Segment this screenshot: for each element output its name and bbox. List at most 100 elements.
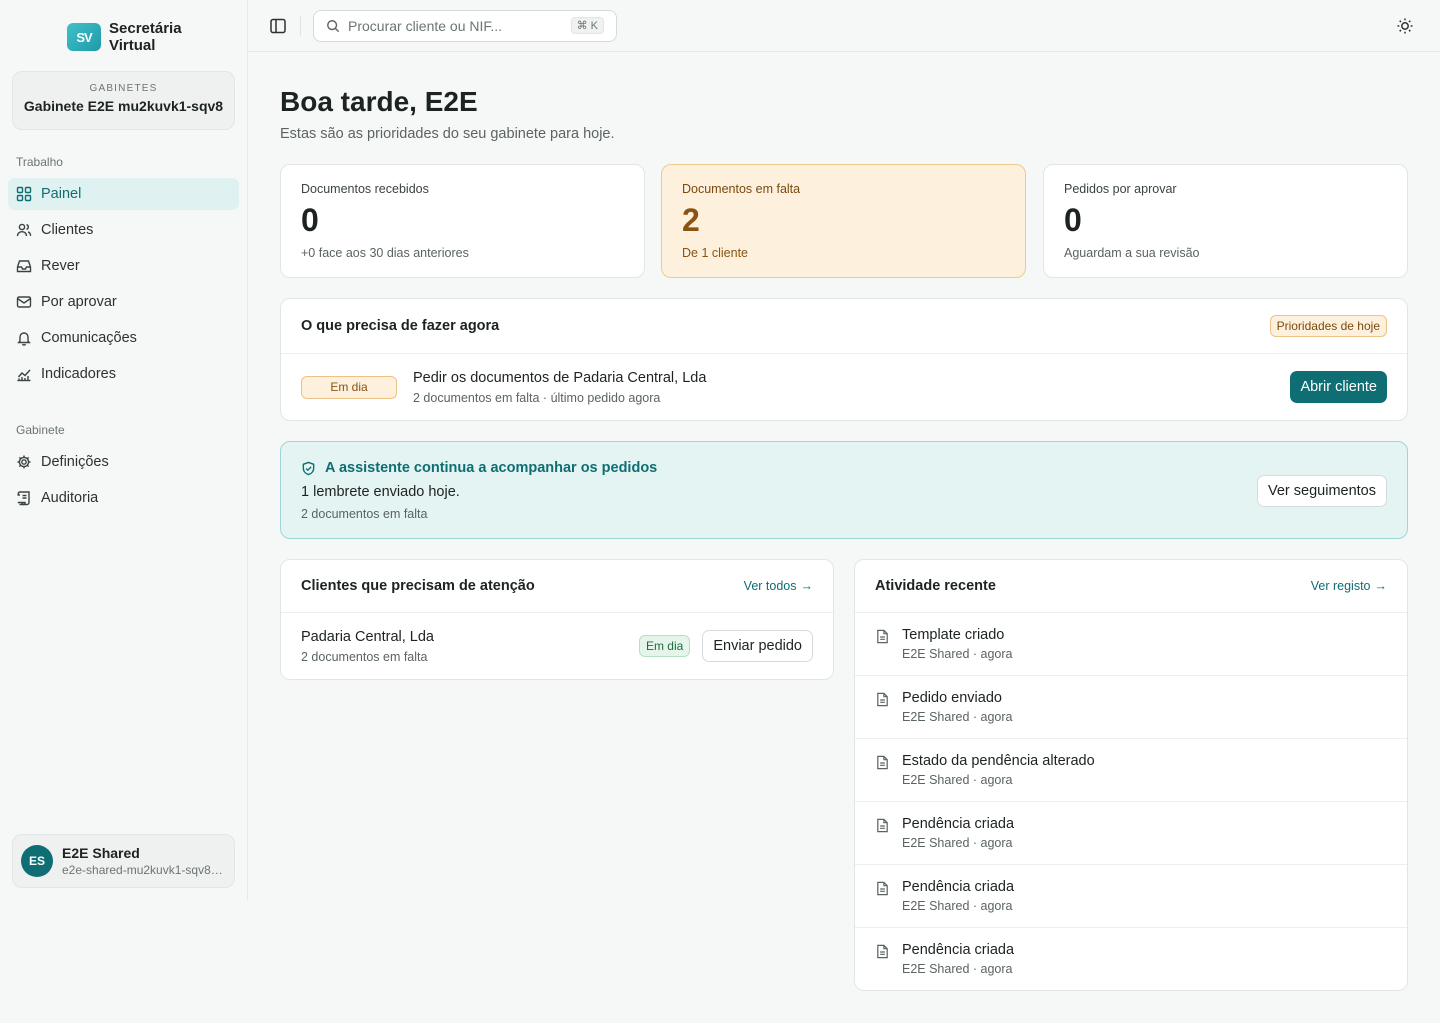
view-log-link[interactable]: Ver registo → bbox=[1311, 579, 1387, 593]
list-item[interactable]: Pendência criada E2E Shared · agora bbox=[855, 865, 1407, 928]
clients-card: Clientes que precisam de atenção Ver tod… bbox=[280, 559, 834, 680]
view-log-label: Ver registo bbox=[1310, 579, 1371, 593]
task-row: Em dia Pedir os documentos de Padaria Ce… bbox=[281, 354, 1407, 420]
stat-card-received[interactable]: Documentos recebidos 0 +0 face aos 30 di… bbox=[280, 164, 645, 278]
activity-item-meta: E2E Shared · agora bbox=[902, 836, 1013, 850]
stat-card-pending-approval[interactable]: Pedidos por aprovar 0 Aguardam a sua rev… bbox=[1043, 164, 1408, 278]
activity-title: Atividade recente bbox=[875, 578, 996, 594]
sidebar-item-por-aprovar[interactable]: Por aprovar bbox=[8, 286, 239, 318]
user-email: e2e-shared-mu2kuvk1-sqv8@example.com bbox=[62, 863, 227, 877]
sidebar-item-label: Definições bbox=[41, 454, 109, 470]
list-item[interactable]: Template criado E2E Shared · agora bbox=[855, 613, 1407, 676]
client-name: Padaria Central, Lda bbox=[301, 628, 434, 645]
list-item[interactable]: Estado da pendência alterado E2E Shared ·… bbox=[855, 739, 1407, 802]
stat-label: Pedidos por aprovar bbox=[1064, 182, 1177, 196]
inbox-icon bbox=[16, 260, 32, 273]
list-item[interactable]: Padaria Central, Lda 2 documentos em fal… bbox=[281, 613, 833, 679]
scroll-icon bbox=[17, 491, 30, 506]
sidebar-item-comunicacoes[interactable]: Comunicações bbox=[8, 322, 239, 354]
sun-icon[interactable] bbox=[1396, 17, 1414, 35]
stat-hint: De 1 cliente bbox=[682, 246, 749, 260]
activity-item-title: Pendência criada bbox=[902, 942, 1015, 958]
clients-title: Clientes que precisam de atenção bbox=[301, 578, 535, 594]
grid-icon bbox=[16, 186, 32, 202]
users-icon bbox=[16, 223, 32, 237]
activity-item-meta: E2E Shared · agora bbox=[902, 647, 1013, 661]
stat-hint: Aguardam a sua revisão bbox=[1064, 246, 1200, 260]
search-icon bbox=[327, 20, 340, 33]
sidebar-item-rever[interactable]: Rever bbox=[8, 250, 239, 282]
assistant-banner: A assistente continua a acompanhar os pe… bbox=[280, 441, 1408, 539]
assistant-title: A assistente continua a acompanhar os pe… bbox=[325, 460, 658, 476]
activity-item-title: Template criado bbox=[902, 627, 1005, 643]
sidebar-item-definicoes[interactable]: Definições bbox=[8, 446, 239, 478]
sidebar-item-label: Comunicações bbox=[41, 330, 137, 346]
stat-card-missing[interactable]: Documentos em falta 2 De 1 cliente bbox=[661, 164, 1026, 278]
activity-list: Template criado E2E Shared · agora Pedido… bbox=[855, 613, 1407, 990]
activity-item-meta: E2E Shared · agora bbox=[902, 962, 1013, 976]
sidebar-item-indicadores[interactable]: Indicadores bbox=[8, 358, 239, 390]
arrow-right-icon: → bbox=[1374, 579, 1388, 593]
brand-logo[interactable]: SV Secretária Virtual bbox=[67, 20, 182, 54]
user-menu[interactable]: ES E2E Shared e2e-shared-mu2kuvk1-sqv8@e… bbox=[12, 834, 235, 888]
task-title: Pedir os documentos de Padaria Central, … bbox=[413, 369, 707, 386]
sidebar: SV Secretária Virtual GABINETES Gabinete… bbox=[0, 0, 248, 900]
sidebar-item-label: Auditoria bbox=[41, 490, 99, 506]
mail-icon bbox=[16, 296, 32, 308]
document-icon bbox=[877, 944, 888, 959]
view-all-link[interactable]: Ver todos → bbox=[744, 579, 813, 593]
arrow-right-icon: → bbox=[800, 579, 814, 593]
sidebar-item-auditoria[interactable]: Auditoria bbox=[8, 482, 239, 514]
send-request-button[interactable]: Enviar pedido bbox=[702, 630, 813, 662]
page-subtitle: Estas são as prioridades do seu gabinete… bbox=[280, 126, 615, 142]
document-icon bbox=[877, 629, 888, 644]
stat-value: 0 bbox=[301, 202, 319, 238]
stat-hint: +0 face aos 30 dias anteriores bbox=[301, 246, 469, 260]
activity-item-title: Pendência criada bbox=[902, 879, 1015, 895]
header-divider bbox=[300, 16, 301, 36]
office-switcher[interactable]: GABINETES Gabinete E2E mu2kuvk1-sqv8 bbox=[12, 71, 235, 130]
list-item[interactable]: Pedido enviado E2E Shared · agora bbox=[855, 676, 1407, 739]
office-caption: GABINETES bbox=[89, 83, 158, 94]
logo-mark-icon: SV bbox=[67, 23, 101, 51]
stat-value: 0 bbox=[1064, 202, 1082, 238]
sidebar-item-label: Indicadores bbox=[41, 366, 116, 382]
sidebar-item-label: Por aprovar bbox=[41, 294, 117, 310]
office-name: Gabinete E2E mu2kuvk1-sqv8 bbox=[23, 98, 224, 114]
page-title: Boa tarde, E2E bbox=[280, 86, 478, 117]
priority-badge: Prioridades de hoje bbox=[1269, 315, 1387, 337]
activity-item-meta: E2E Shared · agora bbox=[902, 899, 1013, 913]
chart-icon bbox=[17, 369, 31, 382]
sidebar-toggle-icon[interactable] bbox=[268, 16, 288, 36]
user-name: E2E Shared bbox=[62, 845, 140, 861]
todo-card: O que precisa de fazer agora Prioridades… bbox=[280, 298, 1408, 421]
list-item[interactable]: Pendência criada E2E Shared · agora bbox=[855, 928, 1407, 990]
shield-check-icon bbox=[302, 461, 315, 475]
activity-item-title: Pedido enviado bbox=[902, 690, 1002, 706]
sidebar-item-clientes[interactable]: Clientes bbox=[8, 214, 239, 246]
gear-icon bbox=[17, 455, 31, 469]
sidebar-item-label: Painel bbox=[41, 186, 82, 202]
document-icon bbox=[877, 755, 888, 770]
brand-name-line2: Virtual bbox=[109, 37, 156, 54]
search-input[interactable] bbox=[348, 18, 568, 34]
search-shortcut: ⌘ K bbox=[570, 17, 604, 34]
sidebar-item-painel[interactable]: Painel bbox=[8, 178, 239, 210]
top-bar: ⌘ K bbox=[248, 0, 1440, 52]
activity-item-meta: E2E Shared · agora bbox=[902, 773, 1013, 787]
brand-name-line1: Secretária bbox=[109, 20, 182, 37]
open-client-button[interactable]: Abrir cliente bbox=[1290, 371, 1387, 403]
sidebar-item-label: Rever bbox=[41, 258, 80, 274]
task-subtitle: 2 documentos em falta · último pedido ag… bbox=[413, 390, 661, 405]
nav-section-office: Gabinete bbox=[16, 423, 65, 437]
assistant-subtitle: 2 documentos em falta bbox=[301, 507, 428, 521]
document-icon bbox=[877, 818, 888, 833]
activity-item-meta: E2E Shared · agora bbox=[902, 710, 1013, 724]
list-item[interactable]: Pendência criada E2E Shared · agora bbox=[855, 802, 1407, 865]
search-box[interactable]: ⌘ K bbox=[313, 10, 617, 42]
todo-title: O que precisa de fazer agora bbox=[301, 318, 500, 334]
avatar: ES bbox=[21, 845, 53, 877]
view-followups-button[interactable]: Ver seguimentos bbox=[1256, 475, 1387, 507]
activity-card: Atividade recente Ver registo → Template… bbox=[854, 559, 1408, 991]
bell-icon bbox=[17, 332, 31, 346]
